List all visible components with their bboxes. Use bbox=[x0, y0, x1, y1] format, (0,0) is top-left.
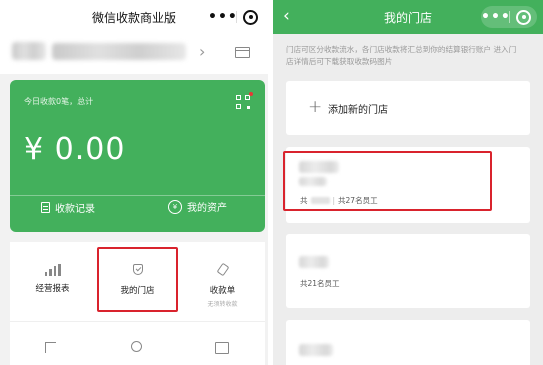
payment-records-link[interactable]: 收款记录 bbox=[41, 200, 95, 215]
my-assets-label: 我的资产 bbox=[187, 203, 227, 214]
merchant-name-redacted bbox=[52, 43, 186, 60]
box-icon[interactable] bbox=[215, 342, 229, 354]
grid-item-label: 经营报表 bbox=[35, 284, 70, 294]
my-assets-link[interactable]: ¥ 我的资产 bbox=[168, 199, 227, 214]
highlight-box-store bbox=[283, 151, 492, 211]
yen-circle-icon: ¥ bbox=[168, 199, 182, 214]
target-icon bbox=[243, 9, 258, 25]
close-button[interactable] bbox=[510, 9, 537, 25]
add-store-label: 添加新的门店 bbox=[328, 105, 388, 116]
mini-program-capsule: ••• bbox=[208, 6, 264, 28]
income-card: 今日收款0笔，总计 ¥ 0.00 收款记录 ¥ 我的资产 bbox=[10, 80, 265, 232]
mail-icon[interactable] bbox=[235, 47, 250, 58]
employee-count: 共21名员工 bbox=[300, 279, 340, 288]
tag-icon bbox=[215, 262, 231, 278]
avatar-redacted bbox=[12, 42, 46, 60]
add-store-button[interactable]: + 添加新的门店 bbox=[286, 81, 530, 135]
chevron-right-icon: › bbox=[199, 42, 206, 61]
merchant-profile-row[interactable] bbox=[0, 34, 268, 74]
store-card[interactable]: 共21名员工 bbox=[286, 234, 530, 308]
grid-item-sublabel: 无须转收款 bbox=[207, 301, 238, 308]
store-meta: 共21名员工 bbox=[300, 278, 340, 289]
nav-bar: ‹ 我的门店 ••• bbox=[273, 0, 543, 34]
flag-icon[interactable] bbox=[45, 342, 56, 353]
store-name-redacted bbox=[299, 256, 329, 268]
left-screen: 微信收款商业版 ••• › 今日收款0笔，总计 ¥ 0.00 收款记录 ¥ 我的… bbox=[0, 0, 268, 365]
store-name-redacted bbox=[299, 344, 333, 356]
more-button[interactable]: ••• bbox=[481, 10, 510, 24]
more-button[interactable]: ••• bbox=[208, 10, 237, 24]
notification-dot-icon bbox=[249, 92, 253, 96]
document-icon bbox=[41, 202, 50, 213]
qr-code-icon[interactable] bbox=[236, 92, 253, 109]
today-summary: 今日收款0笔，总计 bbox=[24, 97, 94, 106]
target-icon bbox=[516, 9, 531, 25]
grid-item-business-report[interactable]: 经营报表 bbox=[10, 264, 95, 294]
plus-icon: + bbox=[308, 97, 323, 117]
grid-item-receipt[interactable]: 收款单 无须转收款 bbox=[180, 262, 265, 308]
card-divider bbox=[10, 195, 265, 196]
highlight-box-my-store bbox=[97, 247, 178, 312]
bar-chart-icon bbox=[44, 264, 61, 276]
mini-program-capsule: ••• bbox=[481, 6, 537, 28]
nav-bar: 微信收款商业版 ••• bbox=[0, 0, 268, 34]
payment-records-label: 收款记录 bbox=[55, 204, 95, 215]
person-icon[interactable] bbox=[131, 341, 142, 352]
right-screen: ‹ 我的门店 ••• 门店可区分收款流水，各门店收款将汇总到你的结算银行账户 进… bbox=[273, 0, 543, 365]
grid-divider bbox=[10, 321, 265, 322]
store-card[interactable] bbox=[286, 320, 530, 365]
today-amount: ¥ 0.00 bbox=[24, 132, 126, 167]
grid-item-label: 收款单 bbox=[209, 286, 236, 296]
close-button[interactable] bbox=[237, 9, 264, 25]
store-notice: 门店可区分收款流水，各门店收款将汇总到你的结算银行账户 进入门店详情后可下载获取… bbox=[286, 45, 517, 66]
